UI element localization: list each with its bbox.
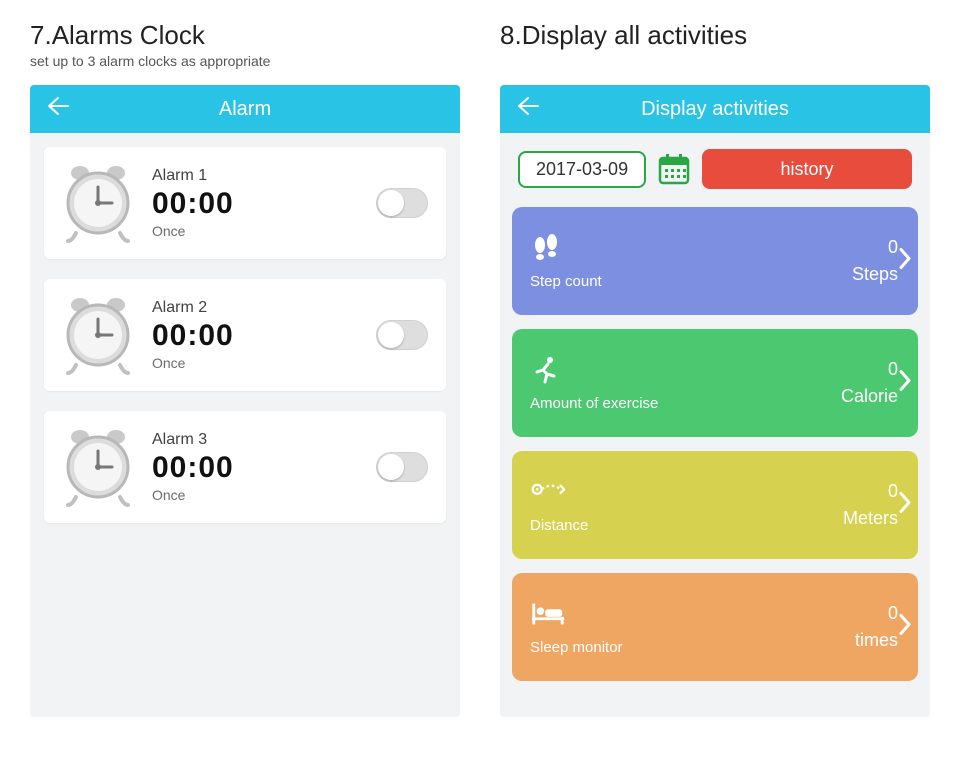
activity-unit: Steps (852, 264, 898, 285)
alarm-repeat: Once (152, 355, 358, 371)
activity-label: Sleep monitor (530, 639, 855, 656)
alarm-card[interactable]: Alarm 3 00:00 Once (44, 411, 446, 523)
activity-unit: Meters (843, 508, 898, 529)
alarm-time: 00:00 (152, 319, 358, 353)
alarm-screen: Alarm Alarm 1 00:00 Once Alarm 2 00:0 (30, 85, 460, 717)
alarm-toggle[interactable] (376, 188, 428, 218)
alarm-time: 00:00 (152, 187, 358, 221)
alarm-card[interactable]: Alarm 1 00:00 Once (44, 147, 446, 259)
date-picker[interactable]: 2017-03-09 (518, 151, 646, 188)
alarm-time: 00:00 (152, 451, 358, 485)
alarm-repeat: Once (152, 223, 358, 239)
section-8-subtitle (500, 53, 930, 71)
alarm-name: Alarm 3 (152, 431, 358, 449)
section-7-subtitle: set up to 3 alarm clocks as appropriate (30, 53, 460, 71)
activity-value: 0 (888, 359, 898, 380)
alarm-clock-icon (62, 163, 134, 243)
bed-icon (530, 599, 566, 629)
alarm-appbar-title: Alarm (30, 98, 460, 121)
route-icon (530, 477, 566, 507)
activity-unit: Calorie (841, 386, 898, 407)
activity-value: 0 (888, 481, 898, 502)
activity-unit: times (855, 630, 898, 651)
activity-card[interactable]: Sleep monitor 0 times (512, 573, 918, 681)
alarm-toggle[interactable] (376, 320, 428, 350)
back-icon[interactable] (46, 96, 70, 122)
activity-card[interactable]: Step count 0 Steps (512, 207, 918, 315)
activity-card[interactable]: Amount of exercise 0 Calorie (512, 329, 918, 437)
activity-card[interactable]: Distance 0 Meters (512, 451, 918, 559)
chevron-right-icon (898, 369, 912, 398)
alarm-card[interactable]: Alarm 2 00:00 Once (44, 279, 446, 391)
calendar-icon[interactable] (656, 151, 692, 187)
chevron-right-icon (898, 247, 912, 276)
alarm-appbar: Alarm (30, 85, 460, 133)
alarm-repeat: Once (152, 487, 358, 503)
chevron-right-icon (898, 613, 912, 642)
chevron-right-icon (898, 491, 912, 520)
activity-label: Distance (530, 517, 843, 534)
activity-label: Step count (530, 273, 852, 290)
activities-screen: Display activities 2017-03-09 (500, 85, 930, 717)
alarm-name: Alarm 1 (152, 167, 358, 185)
alarm-clock-icon (62, 427, 134, 507)
activity-label: Amount of exercise (530, 395, 841, 412)
alarm-name: Alarm 2 (152, 299, 358, 317)
section-7-title: 7.Alarms Clock (30, 20, 460, 51)
activity-value: 0 (888, 237, 898, 258)
activities-appbar: Display activities (500, 85, 930, 133)
runner-icon (530, 355, 566, 385)
back-icon[interactable] (516, 96, 540, 122)
history-button[interactable]: history (702, 149, 912, 189)
alarm-clock-icon (62, 295, 134, 375)
section-8-title: 8.Display all activities (500, 20, 930, 51)
activities-appbar-title: Display activities (500, 98, 930, 121)
footprints-icon (530, 233, 566, 263)
activity-value: 0 (888, 603, 898, 624)
alarm-toggle[interactable] (376, 452, 428, 482)
